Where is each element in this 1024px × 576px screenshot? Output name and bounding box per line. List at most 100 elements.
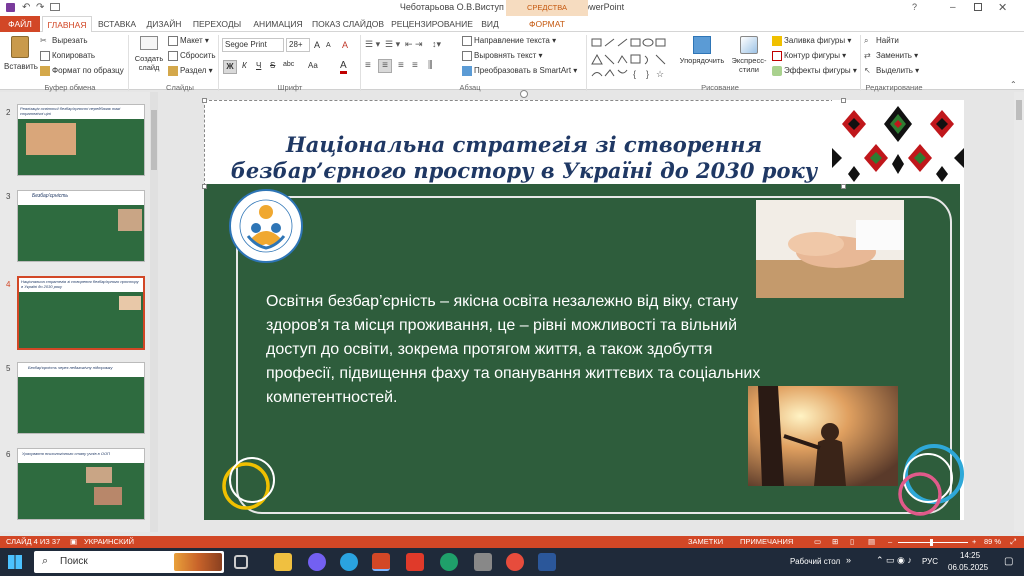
bold-button[interactable]: Ж (223, 60, 237, 74)
comments-button[interactable]: ПРИМЕЧАНИЯ (740, 537, 793, 546)
numbering-button[interactable]: ☰ ▾ (385, 39, 400, 50)
shape-fill-button[interactable]: Заливка фигуры ▾ (772, 36, 851, 46)
thumbnail-slide-6[interactable]: Урахування психологічного стану учнів в … (17, 448, 145, 520)
shapes-gallery[interactable]: {} ☆ (590, 36, 668, 80)
slide-title[interactable]: Національна стратегія зі створення безба… (224, 132, 824, 184)
replace-button[interactable]: ⇄ Заменить ▾ (864, 51, 918, 61)
paste-button[interactable]: Вставить (4, 36, 38, 80)
telegram-icon[interactable] (340, 553, 358, 571)
clear-format-button[interactable]: A (342, 40, 348, 50)
zoom-level[interactable]: 89 % (984, 537, 1001, 546)
italic-button[interactable]: К (242, 61, 247, 70)
canvas-scrollbar[interactable] (1014, 92, 1024, 532)
select-button[interactable]: ↖ Выделить ▾ (864, 66, 919, 76)
task-view-icon[interactable] (234, 555, 248, 569)
fit-slide-icon[interactable]: ⤢ (1010, 537, 1016, 547)
chrome-icon[interactable] (506, 553, 524, 571)
reading-view-icon[interactable]: ▯ (850, 537, 854, 546)
tab-transitions[interactable]: ПЕРЕХОДЫ (190, 16, 244, 32)
line-spacing-button[interactable]: ↕▾ (432, 39, 441, 50)
new-slide-button[interactable]: Создать слайд (132, 36, 166, 80)
text-direction-button[interactable]: Направление текста ▾ (462, 36, 556, 46)
language-indicator[interactable]: УКРАИНСКИЙ (84, 537, 134, 546)
spacing-button[interactable]: abc (283, 61, 294, 68)
format-painter-button[interactable]: Формат по образцу (40, 66, 124, 76)
slideshow-view-icon[interactable]: ▤ (868, 537, 875, 546)
shape-outline-button[interactable]: Контур фигуры ▾ (772, 51, 846, 61)
align-left-button[interactable]: ≡ (365, 60, 371, 71)
font-color-button[interactable]: A (340, 60, 347, 74)
help-icon[interactable]: ? (912, 2, 917, 12)
find-button[interactable]: ⌕ Найти (864, 36, 899, 46)
tray-icons[interactable]: ⌃ ▭ ◉ ♪ (876, 555, 912, 566)
shape-effects-button[interactable]: Эффекты фигуры ▾ (772, 66, 857, 76)
layout-button[interactable]: Макет ▾ (168, 36, 209, 46)
clock-time[interactable]: 14:25 (960, 551, 980, 560)
align-center-button[interactable]: ≡ (378, 59, 392, 73)
desktop-label[interactable]: Рабочий стол (790, 557, 840, 566)
cut-button[interactable]: ✂ Вырезать (40, 36, 88, 46)
justify-button[interactable]: ≡ (412, 60, 418, 71)
zoom-in-button[interactable]: + (972, 537, 976, 546)
zoom-slider-thumb[interactable] (930, 539, 933, 546)
underline-button[interactable]: Ч (256, 61, 261, 70)
tab-review[interactable]: РЕЦЕНЗИРОВАНИЕ (390, 16, 474, 32)
word-icon[interactable] (538, 553, 556, 571)
notes-button[interactable]: ЗАМЕТКИ (688, 537, 723, 546)
resize-handle[interactable] (841, 184, 846, 189)
resize-handle[interactable] (202, 184, 207, 189)
sorter-view-icon[interactable]: ⊞ (832, 537, 838, 546)
font-size-select[interactable]: 28+ (286, 38, 310, 52)
case-button[interactable]: Aa (308, 61, 318, 70)
bullets-button[interactable]: ☰ ▾ (365, 39, 380, 50)
acrobat-icon[interactable] (406, 553, 424, 571)
tab-view[interactable]: ВИД (476, 16, 504, 32)
smartart-button[interactable]: Преобразовать в SmartArt ▾ (462, 66, 577, 76)
zoom-slider[interactable] (898, 539, 968, 546)
thumbnail-slide-2[interactable]: Реалізація освітньої безбар'єрності пере… (17, 104, 145, 176)
close-button[interactable]: ✕ (998, 1, 1007, 14)
align-right-button[interactable]: ≡ (398, 60, 404, 71)
thumbnail-scrollbar[interactable] (150, 92, 158, 532)
minimize-button[interactable]: – (950, 2, 956, 13)
thumbnail-slide-4[interactable]: Національна стратегія зі створення безба… (17, 276, 145, 350)
rotate-handle[interactable] (520, 90, 528, 98)
section-button[interactable]: Раздел ▾ (168, 66, 213, 76)
resize-handle[interactable] (202, 98, 207, 103)
reset-button[interactable]: Сбросить (168, 51, 216, 61)
copy-button[interactable]: Копировать (40, 51, 95, 61)
indent-button[interactable]: ⇤ ⇥ (405, 39, 423, 50)
thumbnail-slide-3[interactable]: Безбар'єрність (17, 190, 145, 262)
slide[interactable]: Національна стратегія зі створення безба… (204, 100, 964, 520)
quick-styles-button[interactable]: Экспресс-стили (730, 36, 768, 74)
grow-font-button[interactable]: A (314, 40, 320, 50)
tab-home[interactable]: ГЛАВНАЯ (42, 16, 92, 32)
slide-body-text[interactable]: Освітня безбар’єрність – якісна освіта н… (266, 290, 766, 410)
tray-chevron-icon[interactable]: » (846, 555, 851, 565)
scrollbar-thumb[interactable] (1016, 100, 1022, 120)
viber-icon[interactable] (308, 553, 326, 571)
search-box[interactable]: ⌕ Поиск (34, 551, 224, 573)
powerpoint-icon[interactable] (372, 553, 390, 571)
tab-slideshow[interactable]: ПОКАЗ СЛАЙДОВ (310, 16, 386, 32)
file-explorer-icon[interactable] (274, 553, 292, 571)
edge-icon[interactable] (440, 553, 458, 571)
windows-start-icon[interactable] (8, 555, 22, 569)
scrollbar-thumb[interactable] (151, 110, 157, 170)
tab-animations[interactable]: АНИМАЦИЯ (248, 16, 308, 32)
align-text-button[interactable]: Выровнять текст ▾ (462, 51, 543, 61)
tab-insert[interactable]: ВСТАВКА (94, 16, 140, 32)
arrange-button[interactable]: Упорядочить (676, 36, 728, 65)
resize-handle[interactable] (841, 98, 846, 103)
photos-icon[interactable] (474, 553, 492, 571)
zoom-out-button[interactable]: – (888, 537, 892, 546)
tab-design[interactable]: ДИЗАЙН (142, 16, 186, 32)
keyboard-language[interactable]: РУС (922, 557, 938, 566)
shrink-font-button[interactable]: A (326, 42, 331, 49)
notification-icon[interactable]: ▢ (1004, 556, 1013, 567)
normal-view-icon[interactable]: ▭ (814, 537, 821, 546)
tab-format[interactable]: ФОРМАТ (506, 16, 588, 32)
columns-button[interactable]: ⫼ (428, 60, 433, 71)
tab-file[interactable]: ФАЙЛ (0, 16, 40, 32)
thumbnail-slide-5[interactable]: Безбар'єрність через педагогічну підтрим… (17, 362, 145, 434)
